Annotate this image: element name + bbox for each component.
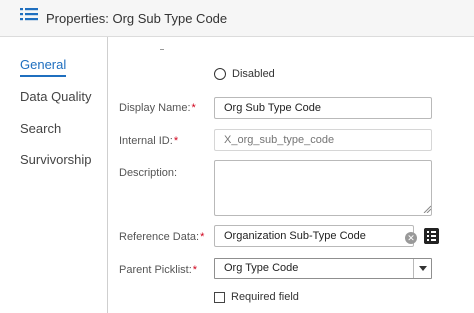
display-name-label: Display Name:* bbox=[119, 102, 196, 114]
dropdown-button[interactable] bbox=[413, 259, 431, 278]
lookup-icon[interactable] bbox=[424, 228, 439, 244]
required-field-checkbox[interactable] bbox=[214, 291, 225, 303]
reference-data-field[interactable] bbox=[214, 225, 414, 247]
required-field-label: Required field bbox=[231, 291, 299, 303]
parent-picklist-select[interactable]: Org Type Code bbox=[214, 258, 432, 279]
description-label: Description: bbox=[119, 167, 178, 179]
internal-id-label: Internal ID:* bbox=[119, 135, 179, 147]
list-icon bbox=[20, 8, 38, 21]
disabled-radio[interactable] bbox=[214, 68, 226, 80]
sidebar-item-data-quality[interactable]: Data Quality bbox=[20, 89, 92, 104]
chevron-down-icon bbox=[419, 266, 427, 271]
sidebar-item-survivorship[interactable]: Survivorship bbox=[20, 152, 92, 167]
required-marker: * bbox=[200, 231, 205, 243]
parent-picklist-value: Org Type Code bbox=[224, 262, 299, 274]
display-name-field[interactable] bbox=[214, 97, 432, 119]
disabled-label: Disabled bbox=[232, 68, 275, 80]
parent-picklist-label: Parent Picklist:* bbox=[119, 264, 198, 276]
properties-header: Properties: Org Sub Type Code bbox=[0, 0, 474, 37]
page-title: Properties: Org Sub Type Code bbox=[46, 11, 228, 26]
internal-id-field[interactable] bbox=[214, 129, 432, 151]
sidebar-item-general[interactable]: General bbox=[20, 57, 67, 77]
resize-grip-icon[interactable] bbox=[423, 205, 431, 213]
clear-icon[interactable]: ✕ bbox=[405, 232, 417, 244]
properties-form: Disabled Display Name:* Internal ID:* De… bbox=[109, 37, 474, 313]
divider bbox=[160, 49, 164, 50]
sidebar-item-search[interactable]: Search bbox=[20, 121, 61, 136]
description-field[interactable] bbox=[214, 160, 432, 216]
required-field-option[interactable]: Required field bbox=[214, 291, 299, 303]
reference-data-label: Reference Data:* bbox=[119, 231, 205, 243]
required-marker: * bbox=[192, 264, 198, 276]
sidebar: General Data Quality Search Survivorship bbox=[0, 37, 108, 313]
required-marker: * bbox=[191, 102, 196, 114]
required-marker: * bbox=[173, 135, 179, 147]
disabled-option[interactable]: Disabled bbox=[214, 68, 275, 80]
